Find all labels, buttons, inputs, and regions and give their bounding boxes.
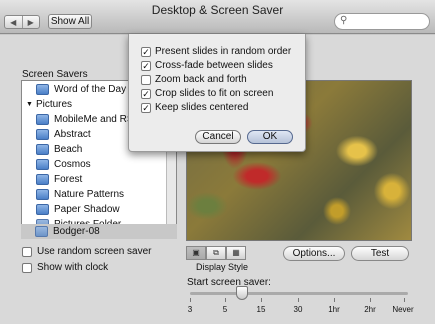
checkbox-checked-icon[interactable]: ✓	[141, 88, 151, 99]
start-slider-knob[interactable]	[236, 286, 248, 300]
sheet-option-cross-fade[interactable]: ✓ Cross-fade between slides	[141, 60, 273, 71]
test-button[interactable]: Test	[351, 246, 409, 261]
list-item-label: Word of the Day	[54, 84, 127, 95]
display-collage-icon: ⧉	[213, 248, 219, 257]
display-style-collage-button[interactable]: ⧉	[206, 246, 226, 260]
screen-saver-icon	[36, 129, 49, 140]
slider-tick-label: 3	[187, 305, 193, 314]
search-field[interactable]: ⚲	[334, 13, 430, 30]
sheet-option-label: Keep slides centered	[155, 102, 249, 113]
display-style-mosaic-button[interactable]: ▦	[226, 246, 246, 260]
slider-tick	[404, 298, 405, 302]
random-screen-saver-checkbox[interactable]	[22, 246, 32, 257]
list-item-label: Abstract	[54, 129, 91, 140]
list-item-label: Nature Patterns	[54, 189, 125, 200]
title-bar: Desktop & Screen Saver ◀ ▶ Show All ⚲	[0, 0, 435, 34]
search-icon: ⚲	[340, 15, 348, 26]
list-item-label: Forest	[54, 174, 83, 185]
screen-saver-icon	[36, 174, 49, 185]
disclosure-triangle-icon[interactable]: ▼	[26, 101, 33, 108]
random-screen-saver-checkbox-row[interactable]: Use random screen saver	[22, 246, 152, 257]
slider-tick	[298, 298, 299, 302]
screen-saver-icon	[36, 159, 49, 170]
slider-tick	[261, 298, 262, 302]
slider-tick	[334, 298, 335, 302]
folder-icon	[35, 226, 48, 237]
list-item[interactable]: Nature Patterns	[22, 187, 167, 202]
chevron-left-icon: ◀	[10, 17, 17, 27]
sheet-option-random-order[interactable]: ✓ Present slides in random order	[141, 46, 291, 57]
show-clock-checkbox-row[interactable]: Show with clock	[22, 262, 108, 273]
list-item-label: Pictures	[35, 99, 73, 110]
screen-saver-icon	[36, 114, 49, 125]
sheet-option-label: Zoom back and forth	[155, 74, 247, 85]
start-slider-track[interactable]	[190, 292, 408, 295]
slider-tick-label: 15	[256, 305, 266, 314]
nav-button-group: ◀ ▶	[4, 15, 40, 29]
display-mosaic-icon: ▦	[232, 248, 240, 257]
start-screen-saver-label: Start screen saver:	[187, 277, 271, 288]
screen-saver-icon	[36, 144, 49, 155]
list-item-label: Cosmos	[54, 159, 91, 170]
slider-tick-label: 5	[222, 305, 228, 314]
sheet-option-crop[interactable]: ✓ Crop slides to fit on screen	[141, 88, 273, 99]
show-clock-checkbox[interactable]	[22, 262, 32, 273]
screen-saver-icon	[36, 189, 49, 200]
back-button[interactable]: ◀	[5, 16, 22, 28]
cancel-button[interactable]: Cancel	[195, 130, 241, 144]
forward-button[interactable]: ▶	[21, 16, 40, 28]
slideshow-options-sheet: ✓ Present slides in random order ✓ Cross…	[128, 34, 306, 152]
list-item-label: Paper Shadow	[54, 204, 120, 215]
list-item-label: Bodger-08	[53, 226, 100, 237]
sheet-option-label: Crop slides to fit on screen	[155, 88, 274, 99]
checkbox-unchecked-icon[interactable]	[141, 74, 151, 85]
sheet-option-centered[interactable]: ✓ Keep slides centered	[141, 102, 248, 113]
show-clock-label: Show with clock	[37, 262, 109, 273]
display-centered-icon: ▣	[192, 248, 200, 257]
screen-saver-icon	[36, 204, 49, 215]
show-all-button[interactable]: Show All	[48, 14, 92, 29]
slider-tick-label: 2hr	[364, 305, 376, 314]
slider-tick-label: 1hr	[328, 305, 340, 314]
display-style-centered-button[interactable]: ▣	[186, 246, 206, 260]
sheet-option-label: Present slides in random order	[155, 46, 292, 57]
sheet-option-label: Cross-fade between slides	[155, 60, 273, 71]
options-button[interactable]: Options...	[283, 246, 345, 261]
list-item[interactable]: Cosmos	[22, 157, 167, 172]
list-item-selected[interactable]: Bodger-08	[21, 224, 177, 239]
checkbox-checked-icon[interactable]: ✓	[141, 46, 151, 57]
ok-button[interactable]: OK	[247, 130, 293, 144]
screen-saver-icon	[36, 84, 49, 95]
slider-tick-label: Never	[392, 305, 414, 314]
random-screen-saver-label: Use random screen saver	[37, 246, 152, 257]
display-style-label: Display Style	[196, 262, 249, 272]
slider-tick-label: 30	[293, 305, 303, 314]
sheet-option-zoom[interactable]: Zoom back and forth	[141, 74, 247, 85]
checkbox-checked-icon[interactable]: ✓	[141, 60, 151, 71]
display-style-group: ▣ ⧉ ▦	[186, 246, 246, 260]
list-item-label: Beach	[54, 144, 83, 155]
list-item[interactable]: Paper Shadow	[22, 202, 167, 217]
screen-savers-label: Screen Savers	[22, 69, 88, 80]
slider-tick	[370, 298, 371, 302]
list-item[interactable]: Forest	[22, 172, 167, 187]
slider-tick	[225, 298, 226, 302]
checkbox-checked-icon[interactable]: ✓	[141, 102, 151, 113]
chevron-right-icon: ▶	[27, 17, 34, 27]
slider-tick	[190, 298, 191, 302]
